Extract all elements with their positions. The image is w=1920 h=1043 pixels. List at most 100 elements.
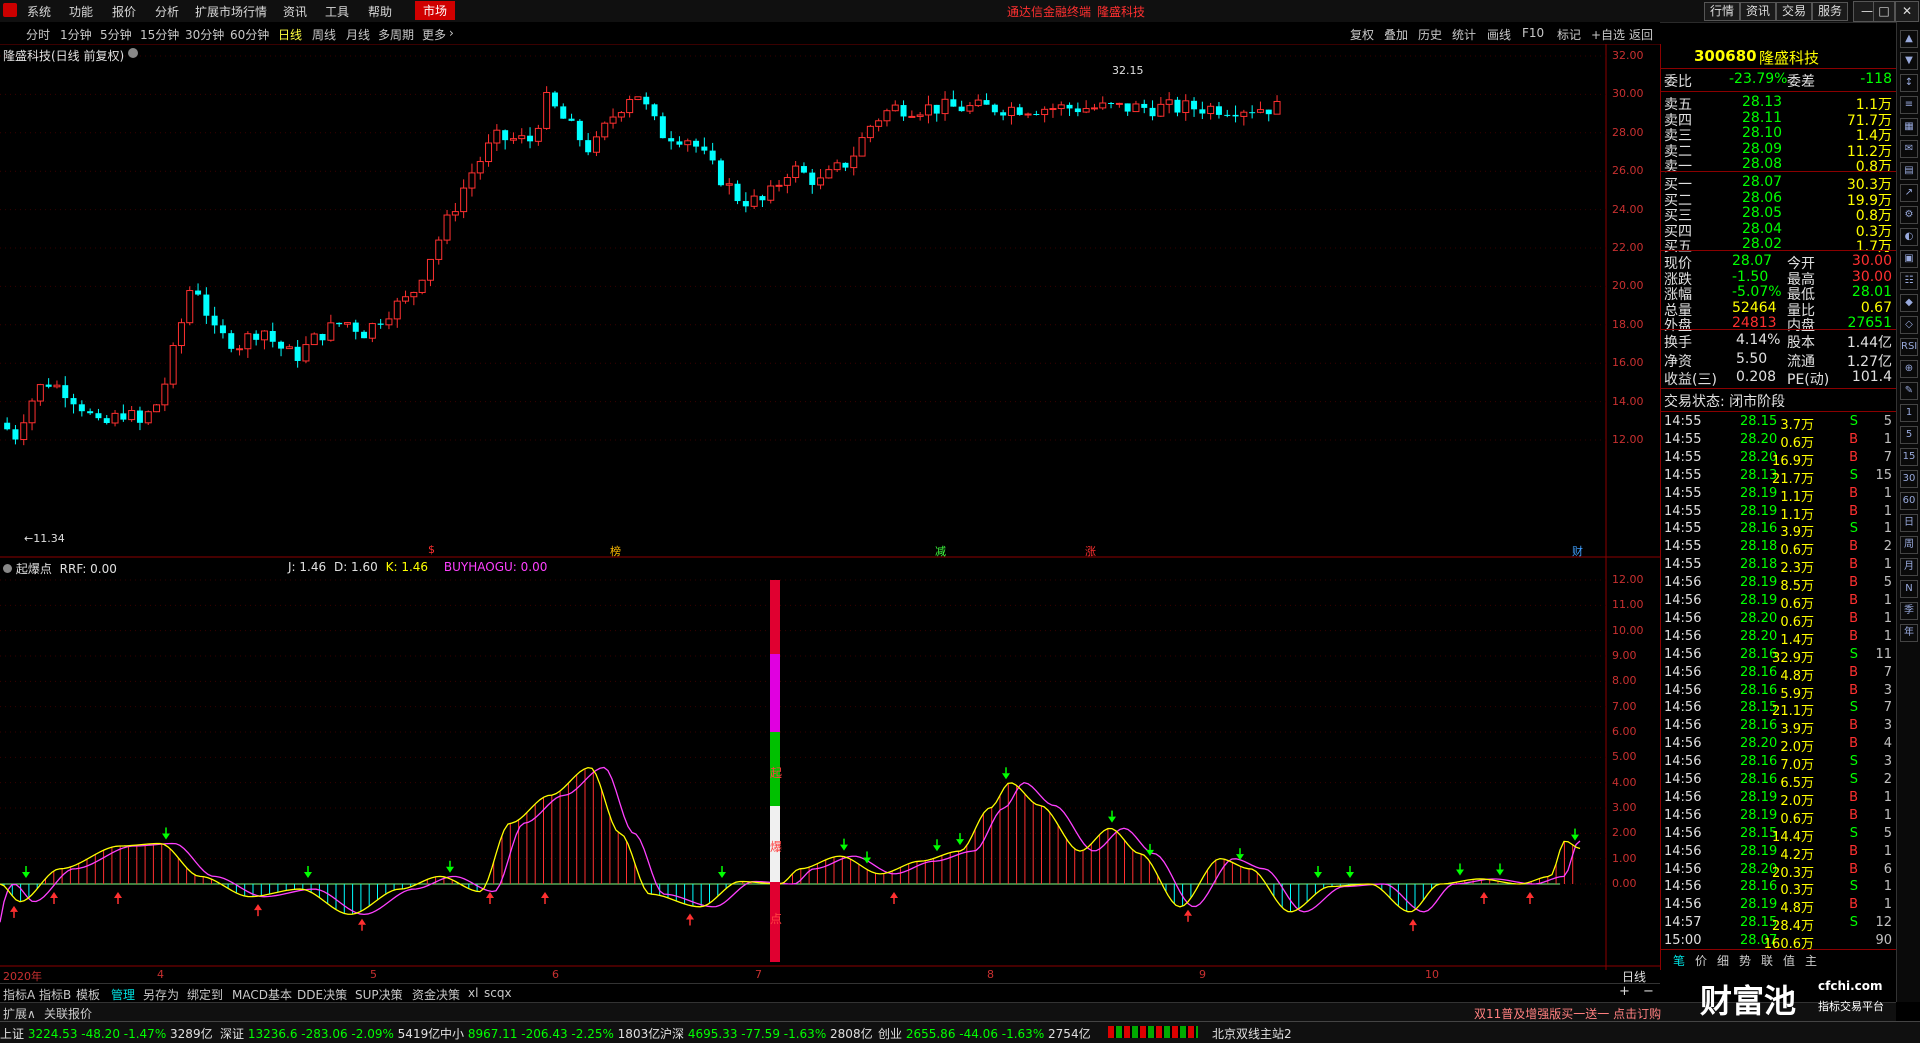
side-tool-icon[interactable]: ▼ <box>1900 52 1918 70</box>
index-quote[interactable]: 沪深 4695.33 -77.59 -1.63% 2808亿 <box>660 1025 873 1042</box>
period-15min[interactable]: 15分钟 <box>140 26 179 43</box>
side-tool-icon[interactable]: ▤ <box>1900 162 1918 180</box>
side-tool-icon[interactable]: ▦ <box>1900 118 1918 136</box>
period-5min[interactable]: 5分钟 <box>100 26 132 43</box>
side-tool-icon[interactable]: ☷ <box>1900 272 1918 290</box>
menu-tools[interactable]: 工具 <box>325 3 349 20</box>
side-tool-icon[interactable]: 60 <box>1900 492 1918 510</box>
side-tool-icon[interactable]: ▲ <box>1900 30 1918 48</box>
tab-dde[interactable]: DDE决策 <box>297 986 347 1003</box>
period-60min[interactable]: 60分钟 <box>230 26 269 43</box>
side-tool-icon[interactable]: 30 <box>1900 470 1918 488</box>
side-tool-icon[interactable]: ≡ <box>1900 96 1918 114</box>
tab-indicator-a[interactable]: 指标A <box>3 986 35 1003</box>
side-tool-icon[interactable]: ↗ <box>1900 184 1918 202</box>
chart-area[interactable]: 隆盛科技(日线 前复权) 32.15 ←11.34 32.00 30.00 28.0… <box>0 44 1660 984</box>
tool-statistics[interactable]: 统计 <box>1452 26 1476 43</box>
maximize-icon[interactable]: □ <box>1873 1 1895 22</box>
tool-history[interactable]: 历史 <box>1418 26 1442 43</box>
tool-overlay[interactable]: 叠加 <box>1384 26 1408 43</box>
side-tool-icon[interactable]: 季 <box>1900 602 1918 620</box>
tick-tab-lian[interactable]: 联 <box>1761 952 1773 969</box>
period-1min[interactable]: 1分钟 <box>60 26 92 43</box>
index-quote[interactable]: 中小 8967.11 -206.43 -2.25% 1803亿 <box>440 1025 660 1042</box>
menu-analysis[interactable]: 分析 <box>155 3 179 20</box>
event-marker[interactable]: 减 <box>935 543 946 559</box>
side-tool-icon[interactable]: ◆ <box>1900 294 1918 312</box>
index-quote[interactable]: 上证 3224.53 -48.20 -1.47% 3289亿 <box>0 1025 213 1042</box>
tick-tab-xi[interactable]: 细 <box>1717 952 1729 969</box>
tick-tab-zhi[interactable]: 值 <box>1783 952 1795 969</box>
tab-bind-to[interactable]: 绑定到 <box>187 986 223 1003</box>
tool-add-watchlist[interactable]: +自选 <box>1591 26 1625 43</box>
kline-chart[interactable] <box>0 44 1660 970</box>
tab-template[interactable]: 模板 <box>76 986 100 1003</box>
indicator-settings-icon[interactable] <box>3 564 12 573</box>
menu-quote[interactable]: 报价 <box>112 3 136 20</box>
tick-tab-jia[interactable]: 价 <box>1695 952 1707 969</box>
side-tool-icon[interactable]: 年 <box>1900 624 1918 642</box>
tab-scqx[interactable]: scqx <box>484 986 512 1000</box>
close-icon[interactable]: ✕ <box>1895 1 1919 22</box>
side-tool-icon[interactable]: N <box>1900 580 1918 598</box>
event-marker[interactable]: 财 <box>1572 543 1583 559</box>
tab-fund[interactable]: 资金决策 <box>412 986 460 1003</box>
period-weekly[interactable]: 周线 <box>312 26 336 43</box>
side-tool-icon[interactable]: ✎ <box>1900 382 1918 400</box>
period-monthly[interactable]: 月线 <box>346 26 370 43</box>
menu-info[interactable]: 资讯 <box>283 3 307 20</box>
zoom-out-icon[interactable]: − <box>1643 984 1654 999</box>
tool-back[interactable]: 返回 <box>1629 26 1653 43</box>
related-quote-button[interactable]: 关联报价 <box>44 1005 92 1022</box>
tab-sup[interactable]: SUP决策 <box>355 986 403 1003</box>
event-marker[interactable]: $ <box>428 543 435 556</box>
period-daily[interactable]: 日线 <box>278 26 302 43</box>
quote-button[interactable]: 行情 <box>1704 2 1741 21</box>
side-tool-icon[interactable]: ↕ <box>1900 74 1918 92</box>
event-marker[interactable]: 榜 <box>610 543 621 559</box>
index-quote[interactable]: 深证 13236.6 -283.06 -2.09% 5419亿 <box>220 1025 440 1042</box>
tab-macd[interactable]: MACD基本 <box>232 986 292 1003</box>
info-button[interactable]: 资讯 <box>1740 2 1777 21</box>
side-tool-icon[interactable]: 日 <box>1900 514 1918 532</box>
tab-xl[interactable]: xl <box>468 986 478 1000</box>
event-marker[interactable]: 涨 <box>1085 543 1096 559</box>
side-tool-icon[interactable]: 1 <box>1900 404 1918 422</box>
period-multi[interactable]: 多周期 <box>378 26 414 43</box>
zoom-in-icon[interactable]: + <box>1619 984 1630 999</box>
tool-draw[interactable]: 画线 <box>1487 26 1511 43</box>
menu-extended-market[interactable]: 扩展市场行情 <box>195 3 267 20</box>
tool-mark[interactable]: 标记 <box>1557 26 1581 43</box>
tool-f10[interactable]: F10 <box>1522 26 1544 40</box>
chevron-right-icon[interactable]: › <box>449 26 454 40</box>
side-tool-icon[interactable]: ✉ <box>1900 140 1918 158</box>
tick-tab-bi[interactable]: 笔 <box>1673 952 1685 969</box>
trade-button[interactable]: 交易 <box>1776 2 1813 21</box>
side-tool-icon[interactable]: 5 <box>1900 426 1918 444</box>
period-30min[interactable]: 30分钟 <box>185 26 224 43</box>
ad-banner[interactable]: 双11普及增强版买一送一 点击订购 <box>1474 1005 1661 1022</box>
period-fenshi[interactable]: 分时 <box>26 26 50 43</box>
side-tool-icon[interactable]: ⊕ <box>1900 360 1918 378</box>
side-tool-icon[interactable]: ◐ <box>1900 228 1918 246</box>
market-tab[interactable]: 市场 <box>415 1 456 20</box>
period-more[interactable]: 更多 <box>422 26 446 43</box>
side-tool-icon[interactable]: ⚙ <box>1900 206 1918 224</box>
service-button[interactable]: 服务 <box>1812 2 1849 21</box>
tab-indicator-b[interactable]: 指标B <box>39 986 71 1003</box>
tab-save-as[interactable]: 另存为 <box>143 986 179 1003</box>
side-tool-icon[interactable]: 15 <box>1900 448 1918 466</box>
tool-fuquan[interactable]: 复权 <box>1350 26 1374 43</box>
menu-function[interactable]: 功能 <box>69 3 93 20</box>
side-tool-icon[interactable]: 周 <box>1900 536 1918 554</box>
menu-system[interactable]: 系统 <box>27 3 51 20</box>
tab-manage[interactable]: 管理 <box>111 986 135 1003</box>
side-tool-icon[interactable]: ▣ <box>1900 250 1918 268</box>
side-tool-icon[interactable]: ◇ <box>1900 316 1918 334</box>
tick-tab-zhu[interactable]: 主 <box>1805 952 1817 969</box>
index-quote[interactable]: 创业 2655.86 -44.06 -1.63% 2754亿 <box>878 1025 1091 1042</box>
side-tool-icon[interactable]: RSI <box>1900 338 1918 356</box>
tick-tab-shi[interactable]: 势 <box>1739 952 1751 969</box>
expand-button[interactable]: 扩展∧ <box>3 1005 36 1022</box>
side-tool-icon[interactable]: 月 <box>1900 558 1918 576</box>
